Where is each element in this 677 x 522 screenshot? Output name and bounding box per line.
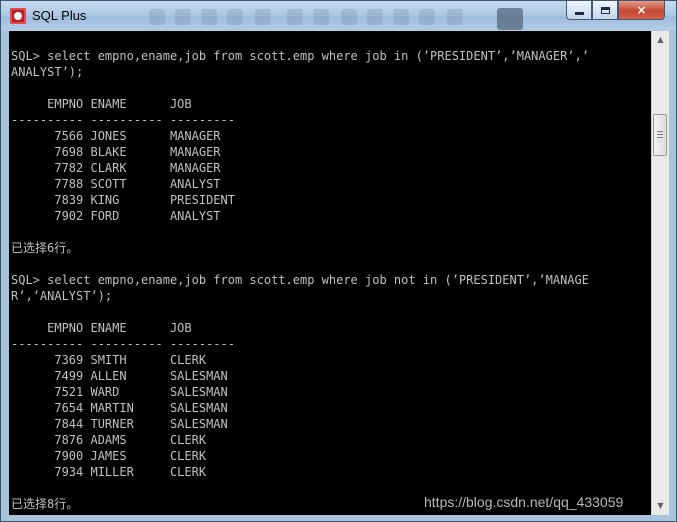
scrollbar-thumb[interactable]: [653, 114, 667, 156]
console-line: 7788 SCOTT ANALYST: [11, 177, 221, 191]
window-title: SQL Plus: [32, 8, 87, 23]
minimize-button[interactable]: [566, 1, 592, 20]
console-line: ANALYST’);: [11, 65, 84, 79]
watermark: https://blog.csdn.net/qq_433059: [424, 494, 624, 510]
console-line: 7654 MARTIN SALESMAN: [11, 401, 228, 415]
console-line: ---------- ---------- ---------: [11, 113, 235, 127]
blurred-taskbar-icon: [175, 9, 191, 25]
console-line: EMPNO ENAME JOB: [11, 321, 192, 335]
console-line: 已选择8行。: [11, 497, 79, 511]
console-line: 7902 FORD ANALYST: [11, 209, 221, 223]
console-line: EMPNO ENAME JOB: [11, 97, 192, 111]
blurred-taskbar-icon: [419, 9, 435, 25]
sqlplus-window: SQL Plus × SQL> select empno,ename,job f…: [0, 0, 677, 522]
console-line: SQL> select empno,ename,job from scott.e…: [11, 49, 589, 63]
close-button[interactable]: ×: [618, 1, 665, 20]
console-line: 7782 CLARK MANAGER: [11, 161, 221, 175]
console-line: 7698 BLAKE MANAGER: [11, 145, 221, 159]
vertical-scrollbar[interactable]: ▲ ▼: [651, 31, 669, 515]
blurred-taskbar-icon: [497, 8, 523, 30]
scroll-up-icon[interactable]: ▲: [652, 31, 669, 48]
console-line: SQL> select empno,ename,job from scott.e…: [11, 273, 589, 287]
sqlplus-app-icon[interactable]: [10, 8, 26, 24]
minimize-icon: [574, 11, 584, 15]
console-line: 7839 KING PRESIDENT: [11, 193, 235, 207]
console-line: ---------- ---------- ---------: [11, 337, 235, 351]
console-line: 已选择6行。: [11, 241, 79, 255]
console-output[interactable]: SQL> select empno,ename,job from scott.e…: [9, 31, 651, 515]
blurred-taskbar-icon: [255, 9, 271, 25]
console-line: 7369 SMITH CLERK: [11, 353, 207, 367]
blurred-taskbar-icon: [227, 9, 243, 25]
console-line: R’,’ANALYST’);: [11, 289, 113, 303]
console-line: 7566 JONES MANAGER: [11, 129, 221, 143]
blurred-taskbar-icon: [447, 9, 463, 25]
console-line: 7844 TURNER SALESMAN: [11, 417, 228, 431]
blurred-taskbar-icon: [313, 9, 329, 25]
title-bar[interactable]: SQL Plus ×: [1, 1, 676, 31]
scroll-down-icon[interactable]: ▼: [652, 497, 669, 514]
close-icon: ×: [636, 3, 647, 17]
console-line: 7499 ALLEN SALESMAN: [11, 369, 228, 383]
blurred-taskbar-icon: [201, 9, 217, 25]
console-line: 7876 ADAMS CLERK: [11, 433, 207, 447]
console-line: 7521 WARD SALESMAN: [11, 385, 228, 399]
blurred-taskbar-icon: [393, 9, 409, 25]
maximize-icon: [600, 6, 610, 14]
maximize-button[interactable]: [592, 1, 618, 20]
blurred-taskbar-icon: [367, 9, 383, 25]
blurred-taskbar-icon: [287, 9, 303, 25]
blurred-taskbar-icon: [149, 9, 165, 25]
console-line: 7934 MILLER CLERK: [11, 465, 207, 479]
blurred-taskbar-icon: [341, 9, 357, 25]
console-line: 7900 JAMES CLERK: [11, 449, 207, 463]
